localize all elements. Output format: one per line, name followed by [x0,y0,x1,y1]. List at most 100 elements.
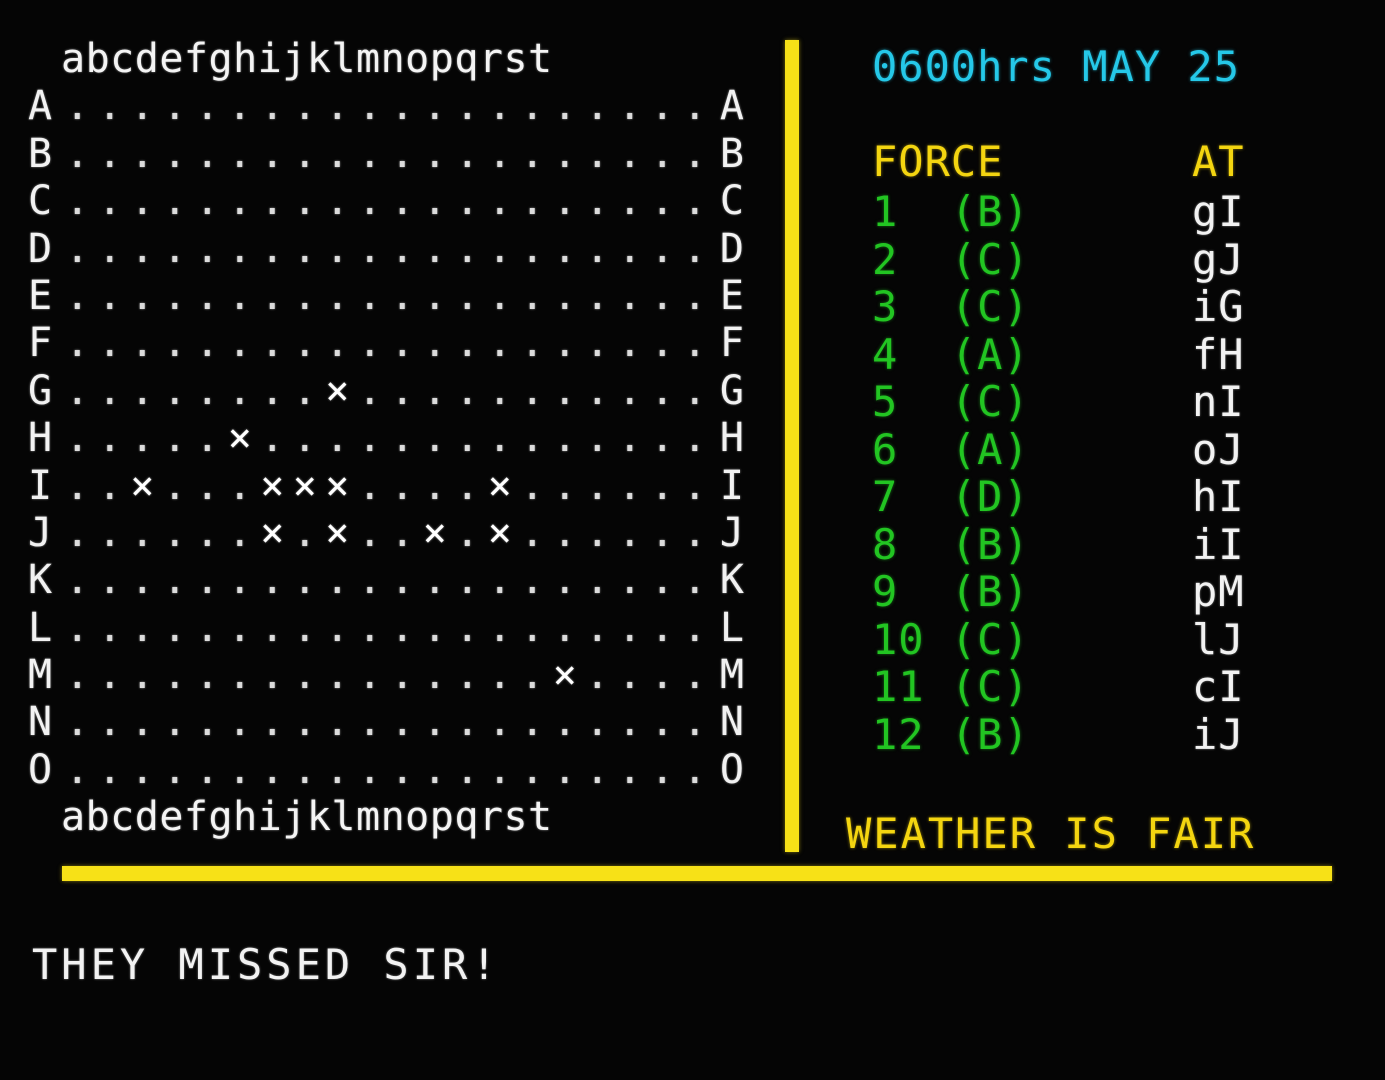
map-cell-empty[interactable]: . [516,320,549,367]
map-cell-empty[interactable]: . [94,652,127,699]
map-cell-empty[interactable]: . [289,320,322,367]
map-cell-empty[interactable]: . [289,226,322,273]
map-cell-empty[interactable]: . [516,83,549,130]
map-cell-empty[interactable]: . [61,699,94,746]
map-cell-empty[interactable]: . [386,557,419,604]
map-cell-empty[interactable]: . [516,605,549,652]
map-cell-empty[interactable]: . [614,415,647,462]
map-cell-empty[interactable]: . [61,273,94,320]
map-cell-empty[interactable]: . [614,178,647,225]
map-cell-empty[interactable]: . [646,368,679,415]
map-cell-empty[interactable]: . [94,699,127,746]
map-cell-empty[interactable]: . [646,415,679,462]
map-cell-empty[interactable]: . [451,131,484,178]
map-cell-empty[interactable]: . [419,463,452,510]
map-cell-empty[interactable]: . [581,226,614,273]
map-cell-empty[interactable]: . [679,273,712,320]
map-cell-empty[interactable]: . [289,605,322,652]
map-cell-empty[interactable]: . [289,178,322,225]
map-cell-empty[interactable]: . [191,605,224,652]
force-row[interactable]: 1 (B) gI [872,188,1360,236]
map-cell-empty[interactable]: . [614,652,647,699]
map-cell-empty[interactable]: . [126,83,159,130]
map-cell-hit[interactable]: × [484,510,517,557]
map-cell-empty[interactable]: . [614,463,647,510]
map-cell-empty[interactable]: . [549,273,582,320]
map-cell-empty[interactable]: . [614,510,647,557]
map-cell-empty[interactable]: . [646,320,679,367]
map-cell-empty[interactable]: . [94,415,127,462]
map-cell-empty[interactable]: . [419,83,452,130]
map-cell-empty[interactable]: . [289,415,322,462]
map-cell-empty[interactable]: . [61,510,94,557]
map-cell-empty[interactable]: . [419,368,452,415]
map-cell-empty[interactable]: . [256,652,289,699]
map-cell-empty[interactable]: . [419,557,452,604]
force-row[interactable]: 2 (C) gJ [872,235,1360,284]
map-cell-empty[interactable]: . [451,273,484,320]
force-row[interactable]: 8 (B) iI [872,520,1360,569]
map-cell-empty[interactable]: . [549,605,582,652]
map-cell-empty[interactable]: . [159,463,192,510]
map-cell-empty[interactable]: . [354,320,387,367]
map-cell-empty[interactable]: . [159,178,192,225]
map-cell-empty[interactable]: . [321,273,354,320]
map-cell-empty[interactable]: . [191,747,224,794]
map-cell-empty[interactable]: . [289,368,322,415]
map-cell-empty[interactable]: . [419,178,452,225]
map-cell-empty[interactable]: . [126,747,159,794]
map-cell-empty[interactable]: . [419,747,452,794]
map-cell-empty[interactable]: . [581,747,614,794]
map-cell-empty[interactable]: . [94,178,127,225]
map-cell-empty[interactable]: . [516,178,549,225]
map-cell-empty[interactable]: . [484,415,517,462]
map-cell-empty[interactable]: . [679,699,712,746]
map-cell-empty[interactable]: . [159,320,192,367]
map-cell-empty[interactable]: . [679,463,712,510]
map-cell-empty[interactable]: . [224,510,257,557]
map-cell-empty[interactable]: . [94,557,127,604]
map-cell-empty[interactable]: . [159,699,192,746]
map-cell-empty[interactable]: . [354,83,387,130]
map-cell-empty[interactable]: . [581,415,614,462]
map-cell-empty[interactable]: . [224,605,257,652]
map-cell-empty[interactable]: . [224,368,257,415]
map-cell-empty[interactable]: . [386,510,419,557]
map-cell-hit[interactable]: × [321,510,354,557]
map-cell-empty[interactable]: . [126,510,159,557]
map-cell-empty[interactable]: . [94,273,127,320]
force-row[interactable]: 7 (D) hI [872,473,1360,521]
map-cell-empty[interactable]: . [549,699,582,746]
map-cell-empty[interactable]: . [94,83,127,130]
map-cell-empty[interactable]: . [191,699,224,746]
map-cell-empty[interactable]: . [61,463,94,510]
map-cell-empty[interactable]: . [321,652,354,699]
map-cell-empty[interactable]: . [191,226,224,273]
map-cell-empty[interactable]: . [679,652,712,699]
map-cell-empty[interactable]: . [159,557,192,604]
map-cell-empty[interactable]: . [516,463,549,510]
map-cell-empty[interactable]: . [61,368,94,415]
map-cell-empty[interactable]: . [484,131,517,178]
map-cell-empty[interactable]: . [549,747,582,794]
map-cell-empty[interactable]: . [354,605,387,652]
map-cell-empty[interactable]: . [159,652,192,699]
map-cell-empty[interactable]: . [614,273,647,320]
map-cell-empty[interactable]: . [224,226,257,273]
map-cell-empty[interactable]: . [159,368,192,415]
map-cell-empty[interactable]: . [451,699,484,746]
map-cell-empty[interactable]: . [61,83,94,130]
map-cell-empty[interactable]: . [549,178,582,225]
map-cell-empty[interactable]: . [386,747,419,794]
map-cell-empty[interactable]: . [419,415,452,462]
map-cell-empty[interactable]: . [321,557,354,604]
map-cell-empty[interactable]: . [614,747,647,794]
map-cell-empty[interactable]: . [289,83,322,130]
map-cell-empty[interactable]: . [224,557,257,604]
map-cell-empty[interactable]: . [289,131,322,178]
map-cell-empty[interactable]: . [256,226,289,273]
map-cell-hit[interactable]: × [224,415,257,462]
map-cell-empty[interactable]: . [126,131,159,178]
map-cell-hit[interactable]: × [549,652,582,699]
force-row[interactable]: 10 (C) lJ [872,615,1360,664]
